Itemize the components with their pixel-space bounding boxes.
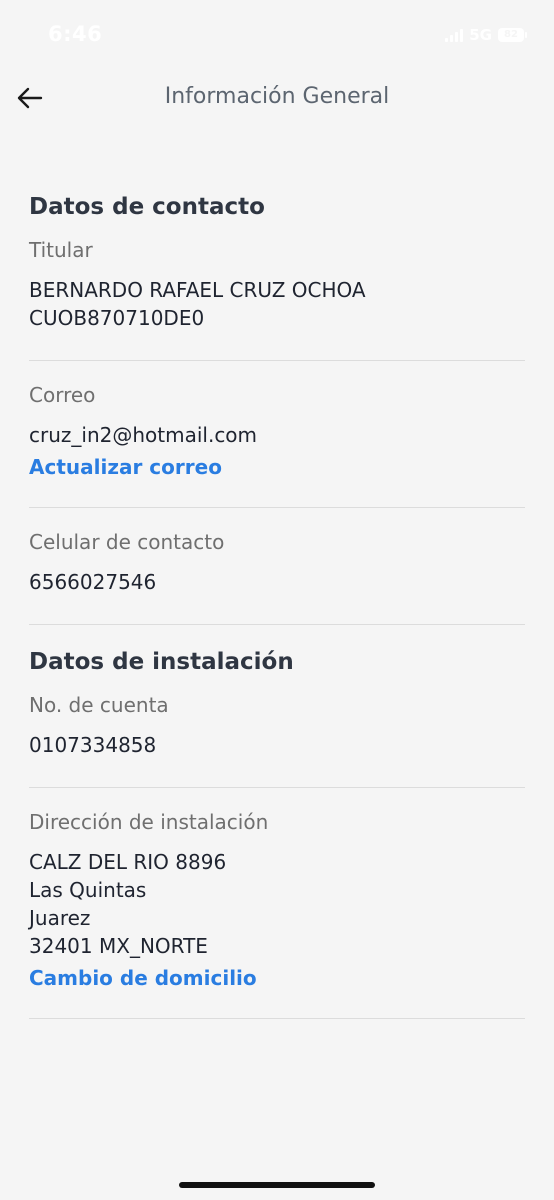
- battery-icon: 82: [498, 28, 527, 42]
- signal-icon: [445, 28, 464, 42]
- main-content: Datos de contacto Titular BERNARDO RAFAE…: [29, 170, 525, 1041]
- phone-label: Celular de contacto: [29, 530, 225, 554]
- contact-section-title: Datos de contacto: [29, 194, 265, 220]
- email-field: Correo cruz_in2@hotmail.com Actualizar c…: [29, 383, 525, 508]
- change-address-link[interactable]: Cambio de domicilio: [29, 966, 257, 990]
- email-value: cruz_in2@hotmail.com: [29, 423, 258, 447]
- email-label: Correo: [29, 383, 96, 407]
- network-label: 5G: [469, 26, 492, 44]
- account-value: 0107334858: [29, 733, 157, 757]
- holder-field: Titular BERNARDO RAFAEL CRUZ OCHOA CUOB8…: [29, 238, 525, 361]
- phone-field: Celular de contacto 6566027546: [29, 530, 525, 625]
- installation-section-title: Datos de instalación: [29, 649, 294, 675]
- header: Información General: [0, 70, 554, 126]
- update-email-link[interactable]: Actualizar correo: [29, 455, 222, 479]
- account-field: No. de cuenta 0107334858: [29, 693, 525, 788]
- status-indicators: 5G 82: [445, 26, 527, 44]
- status-time: 6:46: [48, 22, 103, 46]
- address-label: Dirección de instalación: [29, 810, 269, 834]
- address-value: CALZ DEL RIO 8896 Las Quintas Juarez 324…: [29, 850, 227, 958]
- address-field: Dirección de instalación CALZ DEL RIO 88…: [29, 810, 525, 1019]
- page-title: Información General: [164, 84, 390, 109]
- home-indicator[interactable]: [179, 1182, 375, 1188]
- holder-label: Titular: [29, 238, 93, 262]
- phone-value: 6566027546: [29, 570, 157, 594]
- holder-value: BERNARDO RAFAEL CRUZ OCHOA CUOB870710DE0: [29, 278, 366, 330]
- battery-level: 82: [504, 29, 518, 40]
- account-label: No. de cuenta: [29, 693, 169, 717]
- status-bar: 6:46 5G 82: [0, 0, 554, 70]
